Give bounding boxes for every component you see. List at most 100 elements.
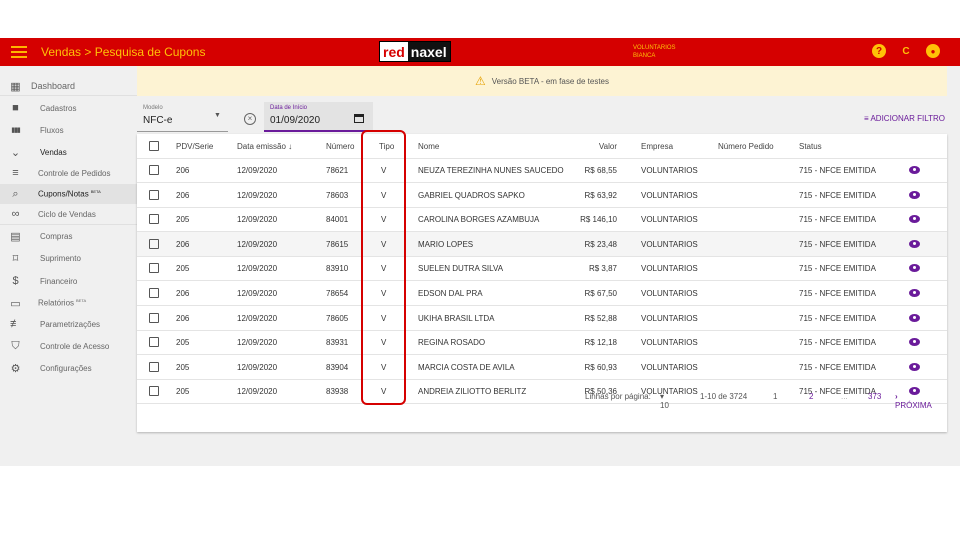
sidebar-item-3[interactable]: ⌄ Vendas — [0, 142, 137, 162]
view-details-eye-icon[interactable] — [909, 190, 920, 199]
cell-valor: R$ 68,55 — [584, 166, 617, 175]
column-header-numero[interactable]: Número — [326, 134, 354, 159]
view-details-eye-icon[interactable] — [909, 239, 920, 248]
sidebar-item-4[interactable]: ≡ Controle de Pedidos — [0, 163, 137, 183]
sidebar-item-8[interactable]: ⌑ Suprimento — [0, 248, 137, 268]
cell-data: 12/09/2020 — [237, 264, 278, 274]
sidebar-label-text: Relatórios — [38, 298, 75, 308]
view-details-eye-icon[interactable] — [909, 215, 920, 224]
sidebar-item-10[interactable]: ▭ Relatórios BETA — [0, 293, 137, 313]
column-header-data[interactable]: Data emissão ↓ — [237, 134, 292, 159]
company-info[interactable]: VOLUNTARIOS BIANCA — [633, 44, 676, 60]
table-row[interactable]: 206 12/09/2020 78605 V UKIHA BRASIL LTDA R$ 5… — [137, 306, 947, 331]
tipo-column-highlight — [361, 130, 406, 405]
row-checkbox[interactable] — [149, 288, 159, 298]
sidebar-item-7[interactable]: ▤ Compras — [0, 226, 137, 246]
column-header-pedido[interactable]: Número Pedido — [718, 134, 774, 159]
sidebar-item-6[interactable]: ∞ Ciclo de Vendas — [0, 204, 137, 224]
sidebar-item-label: Fluxos — [40, 126, 64, 135]
cell-nome: EDSON DAL PRA — [418, 289, 483, 298]
cell-nome: SUELEN DUTRA SILVA — [418, 264, 504, 274]
beta-badge: BETA — [76, 298, 87, 304]
page-last-button[interactable]: 373 — [868, 392, 881, 401]
refresh-icon[interactable]: C — [899, 44, 913, 58]
next-page-button[interactable]: PRÓXIMA › — [895, 392, 932, 410]
sidebar-item-label: Controle de Acesso — [40, 342, 109, 351]
sidebar: ▦ Dashboard ■ Cadastros ▮▮▮ Fluxos ⌄ Vendas ≡ Con… — [0, 66, 137, 466]
row-checkbox[interactable] — [149, 312, 159, 323]
sidebar-label-text: Cupons/Notas — [38, 189, 89, 199]
cell-valor: R$ 63,92 — [584, 190, 617, 200]
building-icon: ▤ — [10, 230, 21, 243]
column-header-valor[interactable]: Valor — [599, 134, 617, 159]
view-details-eye-icon[interactable] — [909, 338, 920, 347]
row-checkbox[interactable] — [149, 361, 159, 372]
cell-numero: 78605 — [326, 313, 349, 323]
table-row[interactable]: 205 12/09/2020 83904 V MARCIA COSTA DE AVILA… — [137, 355, 947, 380]
cell-data: 12/09/2020 — [237, 215, 278, 225]
row-checkbox[interactable] — [149, 189, 159, 200]
table-row[interactable]: 206 12/09/2020 78654 V EDSON DAL PRA R$ 67,50… — [137, 281, 947, 306]
help-icon[interactable]: ? — [872, 44, 886, 58]
table-row[interactable]: 205 12/09/2020 84001 V CAROLINA BORGES AZAMB… — [137, 207, 947, 233]
start-date-field[interactable]: Data de Início 01/09/2020 — [264, 102, 373, 132]
cell-numero: 78603 — [326, 190, 349, 200]
sidebar-label-text: Dashboard — [31, 81, 76, 91]
column-header-pdv[interactable]: PDV/Serie — [176, 134, 213, 159]
logo-dark-part: naxel — [407, 42, 450, 61]
page-1-button[interactable]: 1 — [773, 392, 777, 401]
cell-numero: 84001 — [326, 215, 349, 225]
view-details-eye-icon[interactable] — [909, 362, 920, 371]
sidebar-item-label: Controle de Pedidos — [38, 169, 111, 178]
view-details-eye-icon[interactable] — [909, 166, 920, 174]
sidebar-label-text: Cadastros — [40, 103, 77, 113]
add-filter-button[interactable]: ≡ ADICIONAR FILTRO — [864, 114, 945, 123]
rows-per-page-select[interactable]: 10 ▾ — [660, 392, 669, 410]
view-details-eye-icon[interactable] — [909, 313, 920, 322]
sidebar-item-label: Parametrizações — [40, 320, 100, 329]
row-checkbox[interactable] — [149, 337, 159, 348]
page-2-button[interactable]: 2 — [809, 392, 813, 401]
sidebar-item-5[interactable]: ⌕ Cupons/Notas BETA — [0, 184, 137, 204]
column-header-empresa[interactable]: Empresa — [641, 134, 673, 159]
view-details-eye-icon[interactable] — [909, 289, 920, 297]
column-header-status[interactable]: Status — [799, 134, 822, 159]
sidebar-item-12[interactable]: ⛉ Controle de Acesso — [0, 336, 137, 356]
clear-filter-icon[interactable]: × — [244, 113, 256, 125]
table-row[interactable]: 205 12/09/2020 83931 V REGINA ROSADO R$ 12,18… — [137, 330, 947, 356]
sidebar-item-13[interactable]: ⚙ Configurações — [0, 358, 137, 378]
sidebar-item-11[interactable]: ≢ Parametrizações — [0, 314, 137, 334]
select-all-checkbox[interactable] — [149, 141, 159, 151]
sidebar-item-0[interactable]: ▦ Dashboard — [0, 76, 137, 96]
cell-pdv: 206 — [176, 239, 190, 249]
cell-data: 12/09/2020 — [237, 166, 278, 175]
row-checkbox[interactable] — [149, 238, 159, 249]
sidebar-item-1[interactable]: ■ Cadastros — [0, 98, 137, 118]
cell-valor: R$ 60,93 — [584, 362, 617, 372]
table-row[interactable]: 206 12/09/2020 78615 V MARIO LOPES R$ 23,48 VO… — [137, 231, 947, 257]
cell-nome: MARCIA COSTA DE AVILA — [418, 362, 515, 372]
table-row[interactable]: 205 12/09/2020 83910 V SUELEN DUTRA SILVA R$ … — [137, 256, 947, 282]
pagination: Linhas por página: 10 ▾ 1-10 de 3724 1 2… — [137, 383, 947, 410]
coupons-table: PDV/Serie Data emissão ↓ Número Tipo Nome Val… — [137, 134, 947, 432]
model-select[interactable]: Modelo NFC-e ▼ — [137, 102, 228, 132]
calendar-icon[interactable] — [354, 114, 364, 123]
logo-red-part: red — [380, 42, 408, 61]
app-window: Vendas > Pesquisa de Cupons red naxel VO… — [0, 38, 960, 466]
sidebar-item-2[interactable]: ▮▮▮ Fluxos — [0, 120, 137, 140]
row-checkbox[interactable] — [149, 214, 159, 225]
cell-nome: UKIHA BRASIL LTDA — [418, 313, 495, 323]
sidebar-item-9[interactable]: $ Financeiro — [0, 271, 137, 291]
table-row[interactable]: 206 12/09/2020 78603 V GABRIEL QUADROS SAPKO… — [137, 183, 947, 208]
view-details-eye-icon[interactable] — [909, 264, 920, 273]
chevron-right-icon: › — [895, 392, 898, 401]
row-checkbox[interactable] — [149, 165, 159, 175]
user-icon[interactable]: ● — [926, 44, 940, 58]
table-row[interactable]: 206 12/09/2020 78621 V NEUZA TEREZINHA NUNES… — [137, 158, 947, 183]
menu-icon[interactable] — [11, 44, 27, 60]
column-header-nome[interactable]: Nome — [418, 134, 439, 159]
sidebar-item-label: Ciclo de Vendas — [38, 210, 96, 219]
row-checkbox[interactable] — [149, 263, 159, 274]
rows-per-page-value: 10 — [660, 401, 669, 410]
sidebar-label-text: Fluxos — [40, 125, 64, 135]
